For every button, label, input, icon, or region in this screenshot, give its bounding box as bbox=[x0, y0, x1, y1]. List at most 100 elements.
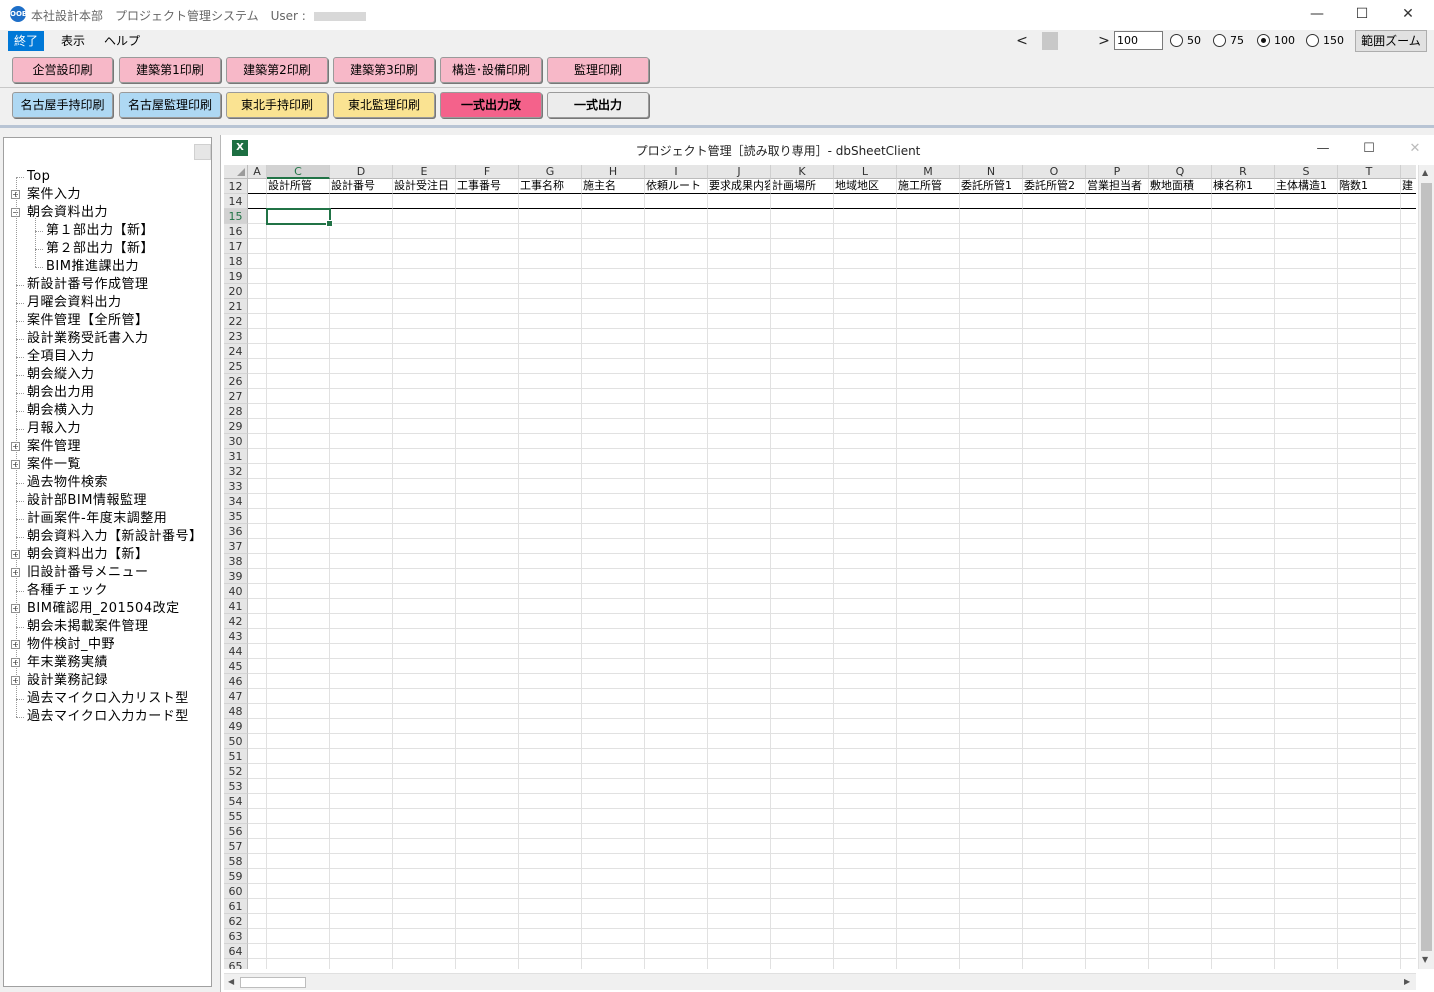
output-all-button[interactable]: 一式出力 bbox=[547, 92, 649, 118]
row-header[interactable]: 37 bbox=[224, 539, 248, 554]
row-header[interactable]: 28 bbox=[224, 404, 248, 419]
grid-cell[interactable] bbox=[330, 794, 393, 809]
tree-item[interactable]: 全項目入力 bbox=[27, 348, 95, 366]
grid-cell[interactable] bbox=[582, 944, 645, 959]
grid-cell[interactable] bbox=[330, 899, 393, 914]
grid-cell[interactable] bbox=[519, 689, 582, 704]
grid-cell[interactable] bbox=[771, 674, 834, 689]
grid-cell[interactable] bbox=[248, 674, 267, 689]
grid-cell[interactable] bbox=[1212, 659, 1275, 674]
menu-exit[interactable]: 終了 bbox=[8, 31, 45, 51]
grid-cell[interactable] bbox=[248, 209, 267, 224]
grid-cell[interactable] bbox=[330, 284, 393, 299]
grid-cell[interactable] bbox=[834, 479, 897, 494]
grid-cell[interactable] bbox=[1401, 734, 1416, 749]
grid-cell[interactable] bbox=[519, 704, 582, 719]
grid-cell[interactable] bbox=[1338, 434, 1401, 449]
grid-cell[interactable] bbox=[1023, 959, 1086, 969]
grid-cell[interactable] bbox=[771, 194, 834, 209]
grid-cell[interactable] bbox=[1338, 509, 1401, 524]
grid-cell[interactable] bbox=[708, 764, 771, 779]
grid-cell[interactable] bbox=[645, 944, 708, 959]
grid-cell[interactable] bbox=[897, 644, 960, 659]
grid-cell[interactable] bbox=[1023, 839, 1086, 854]
grid-cell[interactable] bbox=[519, 839, 582, 854]
grid-cell[interactable] bbox=[1212, 644, 1275, 659]
grid-cell[interactable] bbox=[960, 899, 1023, 914]
grid-cell[interactable] bbox=[834, 944, 897, 959]
grid-cell[interactable] bbox=[1149, 674, 1212, 689]
grid-cell[interactable] bbox=[582, 899, 645, 914]
grid-cell[interactable] bbox=[519, 419, 582, 434]
grid-cell[interactable] bbox=[519, 719, 582, 734]
tree-item[interactable]: 過去マイクロ入力リスト型 bbox=[27, 690, 189, 708]
grid-cell[interactable] bbox=[708, 254, 771, 269]
header-cell[interactable]: 依頼ルート bbox=[645, 179, 708, 194]
grid-cell[interactable] bbox=[1149, 569, 1212, 584]
grid-cell[interactable] bbox=[645, 614, 708, 629]
column-header[interactable]: P bbox=[1086, 165, 1149, 179]
grid-cell[interactable] bbox=[1023, 449, 1086, 464]
grid-cell[interactable] bbox=[456, 689, 519, 704]
grid-cell[interactable] bbox=[645, 674, 708, 689]
grid-cell[interactable] bbox=[248, 659, 267, 674]
tree-item[interactable]: 設計業務記録 bbox=[27, 672, 108, 690]
row-header[interactable]: 45 bbox=[224, 659, 248, 674]
grid-cell[interactable] bbox=[456, 839, 519, 854]
grid-cell[interactable] bbox=[1149, 689, 1212, 704]
grid-cell[interactable] bbox=[1149, 194, 1212, 209]
grid-cell[interactable] bbox=[393, 599, 456, 614]
grid-cell[interactable] bbox=[393, 734, 456, 749]
grid-cell[interactable] bbox=[330, 404, 393, 419]
grid-cell[interactable] bbox=[834, 224, 897, 239]
grid-cell[interactable] bbox=[1275, 899, 1338, 914]
grid-cell[interactable] bbox=[1149, 254, 1212, 269]
row-header[interactable]: 23 bbox=[224, 329, 248, 344]
grid-cell[interactable] bbox=[1212, 914, 1275, 929]
row-header[interactable]: 62 bbox=[224, 914, 248, 929]
grid-cell[interactable] bbox=[330, 419, 393, 434]
grid-cell[interactable] bbox=[1401, 314, 1416, 329]
grid-cell[interactable] bbox=[1023, 194, 1086, 209]
grid-cell[interactable] bbox=[393, 329, 456, 344]
grid-cell[interactable] bbox=[897, 719, 960, 734]
grid-cell[interactable] bbox=[897, 599, 960, 614]
grid-cell[interactable] bbox=[1023, 629, 1086, 644]
grid-cell[interactable] bbox=[708, 704, 771, 719]
grid-cell[interactable] bbox=[1086, 959, 1149, 969]
grid-cell[interactable] bbox=[1149, 524, 1212, 539]
grid-cell[interactable] bbox=[1212, 749, 1275, 764]
grid-cell[interactable] bbox=[960, 749, 1023, 764]
grid-cell[interactable] bbox=[267, 434, 330, 449]
grid-cell[interactable] bbox=[1212, 824, 1275, 839]
grid-cell[interactable] bbox=[834, 254, 897, 269]
grid-cell[interactable] bbox=[1338, 599, 1401, 614]
grid-cell[interactable] bbox=[582, 224, 645, 239]
grid-cell[interactable] bbox=[248, 929, 267, 944]
grid-cell[interactable] bbox=[1401, 584, 1416, 599]
grid-cell[interactable] bbox=[834, 539, 897, 554]
grid-cell[interactable] bbox=[519, 404, 582, 419]
grid-cell[interactable] bbox=[771, 704, 834, 719]
grid-cell[interactable] bbox=[1275, 794, 1338, 809]
grid-cell[interactable] bbox=[1086, 464, 1149, 479]
grid-cell[interactable] bbox=[248, 854, 267, 869]
grid-cell[interactable] bbox=[645, 194, 708, 209]
grid-cell[interactable] bbox=[834, 389, 897, 404]
grid-cell[interactable] bbox=[645, 824, 708, 839]
grid-cell[interactable] bbox=[519, 314, 582, 329]
grid-cell[interactable] bbox=[960, 374, 1023, 389]
tree-item[interactable]: 設計部BIM情報監理 bbox=[27, 492, 147, 510]
grid-cell[interactable] bbox=[1401, 449, 1416, 464]
row-header[interactable]: 26 bbox=[224, 374, 248, 389]
grid-cell[interactable] bbox=[1401, 629, 1416, 644]
grid-cell[interactable] bbox=[519, 374, 582, 389]
grid-cell[interactable] bbox=[519, 854, 582, 869]
grid-cell[interactable] bbox=[393, 359, 456, 374]
grid-cell[interactable] bbox=[645, 779, 708, 794]
grid-cell[interactable] bbox=[1275, 704, 1338, 719]
grid-cell[interactable] bbox=[582, 884, 645, 899]
grid-cell[interactable] bbox=[582, 434, 645, 449]
grid-cell[interactable] bbox=[897, 824, 960, 839]
grid-cell[interactable] bbox=[1023, 689, 1086, 704]
